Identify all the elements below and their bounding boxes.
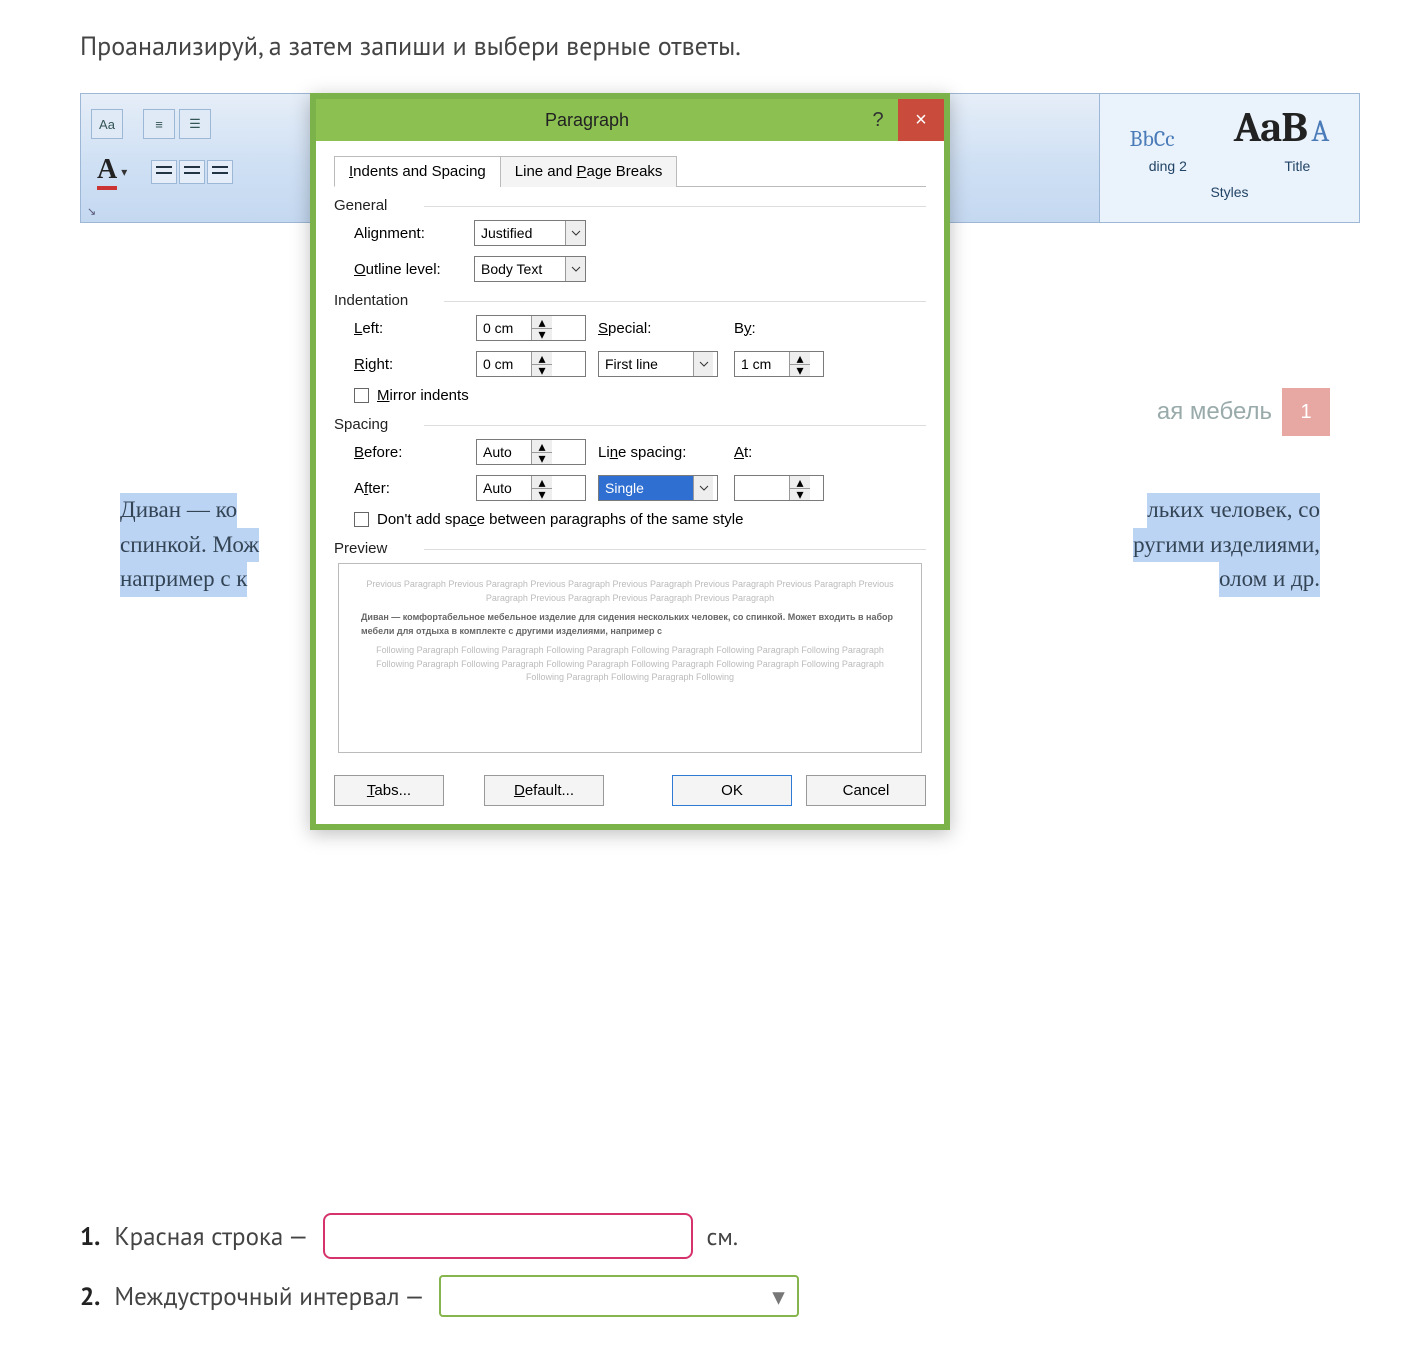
q2-text: Междустрочный интервал — xyxy=(114,1280,424,1312)
doc-text-left-2: спинкой. Мож xyxy=(120,528,259,563)
q2-number: 2. xyxy=(80,1280,100,1312)
default-button[interactable]: Default... xyxy=(484,775,604,806)
style-heading2-sample[interactable]: BbCc xyxy=(1124,124,1181,154)
doc-text-left-1: Диван — ко xyxy=(120,493,237,528)
alignment-value[interactable] xyxy=(475,221,565,245)
mirror-indents-label: Mirror indents xyxy=(377,387,469,404)
preview-box: Previous Paragraph Previous Paragraph Pr… xyxy=(338,563,922,753)
tabs-button[interactable]: Tabs... xyxy=(334,775,444,806)
indent-right-label: Right: xyxy=(354,356,464,373)
at-label: At: xyxy=(734,444,824,461)
numbering-icon[interactable]: ☰ xyxy=(179,109,211,139)
q1-unit: см. xyxy=(707,1221,738,1252)
special-value[interactable] xyxy=(599,352,693,376)
spin-down-icon[interactable]: ▾ xyxy=(532,364,552,376)
indent-left-spinner[interactable]: ▴▾ xyxy=(476,315,586,341)
line-spacing-combo[interactable] xyxy=(598,475,718,501)
section-preview: Preview xyxy=(334,540,926,557)
tab-indents-spacing[interactable]: Indents and Spacing xyxy=(334,156,501,187)
preview-prev-text: Previous Paragraph Previous Paragraph Pr… xyxy=(361,578,899,605)
after-value[interactable] xyxy=(477,476,531,500)
doc-text-left-3: например с к xyxy=(120,562,247,597)
before-spinner[interactable]: ▴▾ xyxy=(476,439,586,465)
dont-add-space-checkbox[interactable] xyxy=(354,512,369,527)
cancel-button[interactable]: Cancel xyxy=(806,775,926,806)
alignment-combo[interactable] xyxy=(474,220,586,246)
outline-level-combo[interactable] xyxy=(474,256,586,282)
after-label: After: xyxy=(354,480,464,497)
indent-left-value[interactable] xyxy=(477,316,531,340)
section-general: General xyxy=(334,197,926,214)
change-case-icon[interactable]: Aa xyxy=(91,109,123,139)
line-spacing-value[interactable] xyxy=(599,476,693,500)
special-dropdown-icon[interactable] xyxy=(693,352,713,376)
doc-header-right: ая мебель xyxy=(1157,398,1272,426)
alignment-label: Alignment: xyxy=(354,225,464,242)
after-spinner[interactable]: ▴▾ xyxy=(476,475,586,501)
by-label: By: xyxy=(734,320,824,337)
styles-caption: Styles xyxy=(1100,184,1359,200)
by-spinner[interactable]: ▴▾ xyxy=(734,351,824,377)
style-label-heading2: ding 2 xyxy=(1149,158,1187,174)
line-spacing-label: Line spacing: xyxy=(598,444,722,461)
by-value[interactable] xyxy=(735,352,789,376)
align-center-button[interactable] xyxy=(179,160,205,184)
before-value[interactable] xyxy=(477,440,531,464)
spin-down-icon[interactable]: ▾ xyxy=(790,488,810,500)
style-label-title: Title xyxy=(1284,158,1310,174)
line-spacing-dropdown-icon[interactable] xyxy=(693,476,713,500)
indent-left-label: Left: xyxy=(354,320,464,337)
task-intro: Проанализируй, а затем запиши и выбери в… xyxy=(80,30,1400,63)
at-spinner[interactable]: ▴▾ xyxy=(734,475,824,501)
indent-right-value[interactable] xyxy=(477,352,531,376)
ok-button[interactable]: OK xyxy=(672,775,792,806)
ribbon-dialog-launcher[interactable]: ↘ xyxy=(87,205,96,218)
special-label: Special: xyxy=(598,320,722,337)
before-label: Before: xyxy=(354,444,464,461)
indent-right-spinner[interactable]: ▴▾ xyxy=(476,351,586,377)
spin-down-icon[interactable]: ▾ xyxy=(532,328,552,340)
font-color-button[interactable]: A▾ xyxy=(97,154,127,190)
bullets-icon[interactable]: ≡ xyxy=(143,109,175,139)
preview-sample-text: Диван — комфортабельное мебельное издели… xyxy=(361,611,899,638)
style-title-text: AaB xyxy=(1234,103,1307,152)
outline-level-label: Outline level: xyxy=(354,261,464,278)
spin-down-icon[interactable]: ▾ xyxy=(790,364,810,376)
alignment-dropdown-icon[interactable] xyxy=(565,221,585,245)
align-right-button[interactable] xyxy=(207,160,233,184)
style-title-suffix: A xyxy=(1311,114,1329,149)
styles-group: BbCc AaB A ding 2 Title Styles xyxy=(1099,94,1359,223)
doc-step-badge: 1 xyxy=(1282,388,1330,436)
spin-down-icon[interactable]: ▾ xyxy=(532,488,552,500)
outline-level-value[interactable] xyxy=(475,257,565,281)
spin-down-icon[interactable]: ▾ xyxy=(532,452,552,464)
mirror-indents-checkbox[interactable] xyxy=(354,388,369,403)
outline-dropdown-icon[interactable] xyxy=(565,257,585,281)
doc-text-right-2: ругими изделиями, xyxy=(1133,528,1320,563)
doc-text-right-3: олом и др. xyxy=(1219,562,1320,597)
section-indentation: Indentation xyxy=(334,292,926,309)
word-background: Aa ≡ ☰ A▾ ↘ BbCc AaB xyxy=(80,93,1360,1183)
q1-text: Красная строка — xyxy=(114,1220,308,1252)
at-value[interactable] xyxy=(735,476,789,500)
q1-number: 1. xyxy=(80,1220,100,1252)
dialog-title: Paragraph xyxy=(316,110,858,131)
q2-answer-select[interactable]: ▾ xyxy=(439,1275,799,1317)
dont-add-space-label: Don't add space between paragraphs of th… xyxy=(377,511,743,528)
doc-text-right-1: льких человек, со xyxy=(1147,493,1320,528)
tab-line-page-breaks[interactable]: Line and Page Breaks xyxy=(500,156,678,187)
help-button[interactable]: ? xyxy=(858,109,898,132)
preview-next-text: Following Paragraph Following Paragraph … xyxy=(361,644,899,685)
special-combo[interactable] xyxy=(598,351,718,377)
q1-answer-input[interactable] xyxy=(323,1213,693,1259)
section-spacing: Spacing xyxy=(334,416,926,433)
paragraph-dialog: Paragraph ? × Indents and Spacing Line a… xyxy=(310,93,950,830)
tab1-label: ndents and Spacing xyxy=(353,163,486,180)
chevron-down-icon: ▾ xyxy=(772,1280,785,1312)
align-left-button[interactable] xyxy=(151,160,177,184)
close-button[interactable]: × xyxy=(898,99,944,141)
style-title-sample[interactable]: AaB A xyxy=(1228,101,1336,154)
